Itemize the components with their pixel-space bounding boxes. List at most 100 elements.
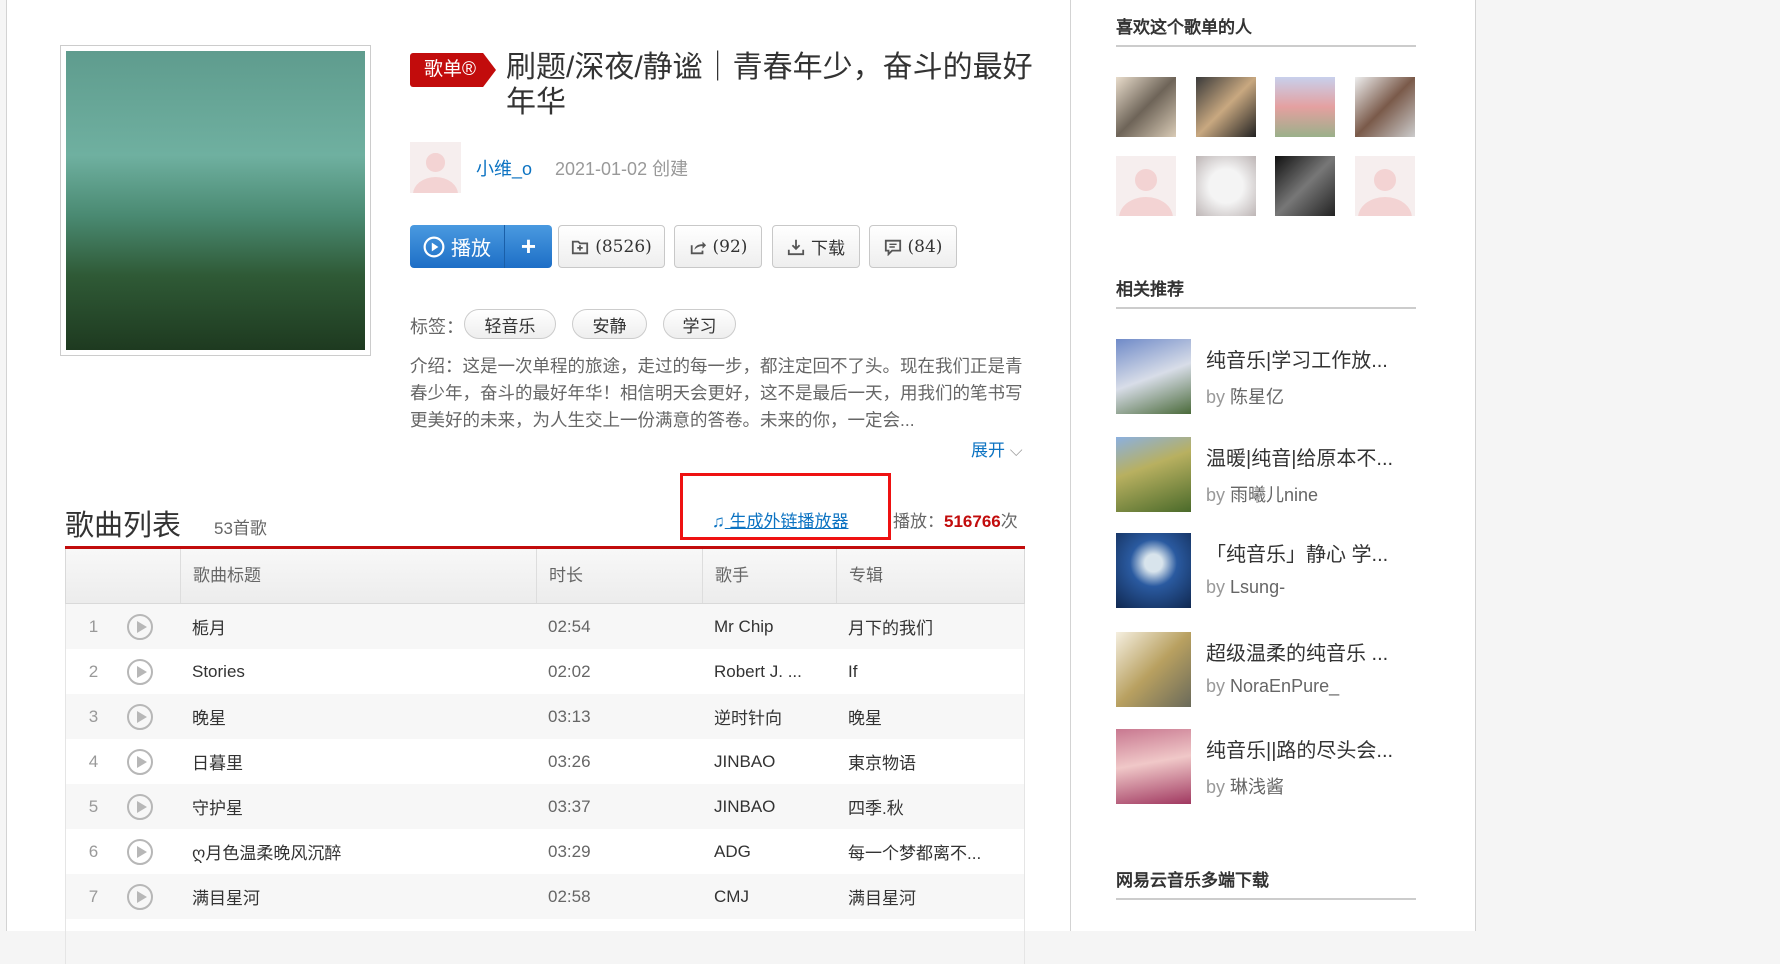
song-album[interactable]: If xyxy=(836,662,1024,682)
play-icon[interactable] xyxy=(127,613,153,640)
fan-avatar[interactable] xyxy=(1355,77,1415,137)
song-album[interactable]: 四季.秋 xyxy=(836,794,1024,819)
play-icon[interactable] xyxy=(127,838,153,865)
fan-avatar[interactable] xyxy=(1196,77,1256,137)
music-note-icon: ♫ xyxy=(712,512,725,531)
table-row[interactable] xyxy=(65,919,1025,964)
song-artist[interactable]: JINBAO xyxy=(702,797,836,817)
fan-avatar-default[interactable] xyxy=(1355,156,1415,216)
song-title[interactable]: 晚星 xyxy=(180,704,536,729)
related-cover[interactable] xyxy=(1116,339,1191,414)
song-artist[interactable]: 逆时针向 xyxy=(702,704,836,729)
play-icon[interactable] xyxy=(127,658,153,685)
favorite-button[interactable]: (8526) xyxy=(558,225,665,268)
play-button[interactable]: 播放 xyxy=(410,225,505,268)
related-author[interactable]: 雨曦儿nine xyxy=(1230,485,1318,505)
by-label: by xyxy=(1206,777,1226,797)
play-icon[interactable] xyxy=(127,883,153,910)
song-album[interactable]: 每一个梦都离不... xyxy=(836,839,1024,864)
table-row[interactable]: 2 Stories 02:02 Robert J. ... If xyxy=(65,649,1025,694)
index-cell: 7 xyxy=(66,883,180,910)
song-artist[interactable]: JINBAO xyxy=(702,752,836,772)
expand-intro-link[interactable]: 展开 ⌵ xyxy=(971,436,1023,461)
song-album[interactable]: 月下的我们 xyxy=(836,614,1024,639)
related-playlist[interactable]: 纯音乐|学习工作放... by 陈星亿 xyxy=(1116,339,1436,414)
share-button[interactable]: (92) xyxy=(674,225,762,268)
related-title[interactable]: 纯音乐|学习工作放... xyxy=(1206,344,1388,373)
song-index: 6 xyxy=(88,841,99,861)
table-row[interactable]: 1 栀月 02:54 Mr Chip 月下的我们 xyxy=(65,604,1025,649)
download-button[interactable]: 下载 xyxy=(772,225,860,268)
play-count-label: 播放： xyxy=(893,512,944,531)
tag-study[interactable]: 学习 xyxy=(663,309,736,339)
related-title[interactable]: 纯音乐||路的尽头会... xyxy=(1206,734,1393,763)
page: 歌单® 刷题/深夜/静谧｜青春年少，奋斗的最好年华 小维_o 2021-01-0… xyxy=(6,0,1476,964)
table-row[interactable]: 6 ღ月色温柔晚风沉醉 03:29 ADG 每一个梦都离不... xyxy=(65,829,1025,874)
generate-outlink-player-link[interactable]: ♫ 生成外链播放器 xyxy=(712,507,848,532)
related-author[interactable]: NoraEnPure_ xyxy=(1230,676,1339,696)
outlink-label: 生成外链播放器 xyxy=(729,512,849,531)
related-playlist[interactable]: 超级温柔的纯音乐 ... by NoraEnPure_ xyxy=(1116,632,1436,707)
related-cover[interactable] xyxy=(1116,437,1191,512)
favorite-count: (8526) xyxy=(595,236,652,257)
song-album[interactable]: 晚星 xyxy=(836,704,1024,729)
play-icon[interactable] xyxy=(127,703,153,730)
song-title[interactable]: ღ月色温柔晚风沉醉 xyxy=(180,839,536,864)
by-label: by xyxy=(1206,485,1226,505)
fan-avatar-default[interactable] xyxy=(1116,156,1176,216)
play-count: 播放：516766次 xyxy=(893,507,1018,532)
song-album[interactable]: 東京物语 xyxy=(836,749,1024,774)
fan-avatar[interactable] xyxy=(1116,77,1176,137)
song-title[interactable]: 守护星 xyxy=(180,794,536,819)
play-count-value: 516766 xyxy=(944,512,1001,531)
related-cover[interactable] xyxy=(1116,632,1191,707)
download-icon xyxy=(787,239,805,255)
play-icon[interactable] xyxy=(127,793,153,820)
table-row[interactable]: 4 日暮里 03:26 JINBAO 東京物语 xyxy=(65,739,1025,784)
song-title[interactable]: 满目星河 xyxy=(180,884,536,909)
related-cover[interactable] xyxy=(1116,533,1191,608)
song-title[interactable]: 日暮里 xyxy=(180,749,536,774)
table-row[interactable]: 5 守护星 03:37 JINBAO 四季.秋 xyxy=(65,784,1025,829)
header-artist: 歌手 xyxy=(702,549,836,603)
related-playlist[interactable]: 温暖|纯音|给原本不... by 雨曦儿nine xyxy=(1116,437,1436,512)
related-author[interactable]: Lsung- xyxy=(1230,577,1285,597)
song-artist[interactable]: Robert J. ... xyxy=(702,662,836,682)
song-title[interactable]: 栀月 xyxy=(180,614,536,639)
song-album[interactable]: 满目星河 xyxy=(836,884,1024,909)
table-row[interactable]: 7 满目星河 02:58 CMJ 满目星河 xyxy=(65,874,1025,919)
table-row[interactable]: 3 晚星 03:13 逆时针向 晚星 xyxy=(65,694,1025,739)
tag-light-music[interactable]: 轻音乐 xyxy=(464,309,556,339)
song-artist[interactable]: Mr Chip xyxy=(702,617,836,637)
index-cell: 3 xyxy=(66,703,180,730)
add-to-queue-button[interactable]: + xyxy=(505,225,552,268)
comment-button[interactable]: (84) xyxy=(869,225,957,268)
play-icon[interactable] xyxy=(127,748,153,775)
fans-divider xyxy=(1116,45,1416,47)
related-playlist[interactable]: 纯音乐||路的尽头会... by 琳浅酱 xyxy=(1116,729,1436,804)
playlist-title: 刷题/深夜/静谧｜青春年少，奋斗的最好年华 xyxy=(506,51,1033,119)
creator-link[interactable]: 小维_o xyxy=(476,155,532,181)
fan-avatar[interactable] xyxy=(1275,156,1335,216)
song-title[interactable]: Stories xyxy=(180,662,536,682)
fan-avatar[interactable] xyxy=(1196,156,1256,216)
creator-avatar[interactable] xyxy=(410,142,461,193)
related-author[interactable]: 琳浅酱 xyxy=(1230,777,1284,797)
related-cover[interactable] xyxy=(1116,729,1191,804)
song-artist[interactable]: CMJ xyxy=(702,887,836,907)
related-title[interactable]: 超级温柔的纯音乐 ... xyxy=(1206,637,1388,666)
songlist-title: 歌曲列表 xyxy=(65,510,182,542)
related-title[interactable]: 「纯音乐」静心 学... xyxy=(1206,538,1388,567)
related-title[interactable]: 温暖|纯音|给原本不... xyxy=(1206,442,1393,471)
fan-avatar[interactable] xyxy=(1275,77,1335,137)
song-artist[interactable]: ADG xyxy=(702,842,836,862)
tags-label: 标签： xyxy=(410,317,464,337)
playlist-intro: 介绍：这是一次单程的旅途，走过的每一步，都注定回不了头。现在我们正是青春少年，奋… xyxy=(410,356,1023,430)
related-playlist[interactable]: 「纯音乐」静心 学... by Lsung- xyxy=(1116,533,1436,608)
song-index: 5 xyxy=(88,796,99,816)
tag-quiet[interactable]: 安静 xyxy=(572,309,647,339)
play-label: 播放 xyxy=(451,238,491,260)
related-author[interactable]: 陈星亿 xyxy=(1230,387,1284,407)
download-divider xyxy=(1116,898,1416,900)
playlist-badge: 歌单® xyxy=(410,53,496,87)
